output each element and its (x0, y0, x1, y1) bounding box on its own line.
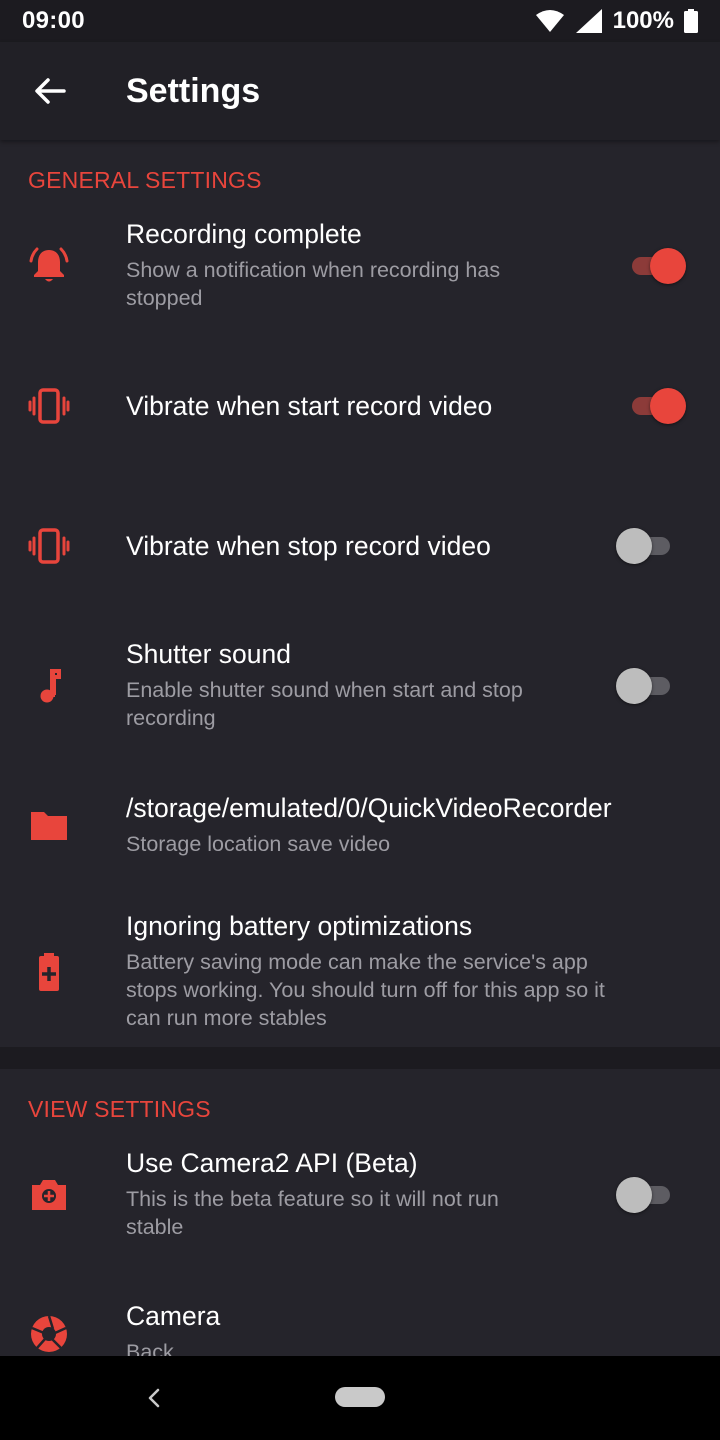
battery-icon (684, 9, 698, 33)
app-bar: Settings (0, 42, 720, 140)
recording-complete-title: Recording complete (126, 219, 362, 249)
camera2-api-switch[interactable] (616, 1175, 676, 1215)
status-bar: 09:00 100% (0, 0, 720, 42)
general-settings-header: GENERAL SETTINGS (28, 167, 262, 193)
music-note-icon (40, 669, 61, 703)
wifi-icon (535, 10, 564, 32)
camera2-api-title: Use Camera2 API (Beta) (126, 1148, 418, 1178)
vibrate-stop-title: Vibrate when stop record video (126, 531, 491, 561)
vibrate-start-switch[interactable] (626, 386, 686, 426)
vibration-icon (28, 388, 70, 424)
switch-thumb (616, 668, 652, 704)
section-divider (0, 1047, 720, 1069)
summary-line: Show a notification when recording has (126, 258, 501, 282)
pref-recording-complete[interactable]: Recording complete Show a notification w… (0, 215, 720, 335)
storage-location-summary: Storage location save video (126, 832, 391, 856)
folder-icon (31, 812, 67, 840)
status-time: 09:00 (22, 7, 85, 34)
status-icons: 100% (535, 7, 698, 35)
shutter-sound-title: Shutter sound (126, 639, 292, 669)
pref-camera2-api[interactable]: Use Camera2 API (Beta) This is the beta … (0, 1145, 720, 1255)
summary-line: recording (126, 706, 216, 730)
pref-storage-location[interactable]: /storage/emulated/0/QuickVideoRecorder S… (0, 790, 720, 870)
pref-vibrate-stop[interactable]: Vibrate when stop record video (0, 510, 720, 582)
summary-line: stopped (126, 286, 203, 310)
pref-shutter-sound[interactable]: Shutter sound Enable shutter sound when … (0, 636, 720, 746)
pref-vibrate-start[interactable]: Vibrate when start record video (0, 370, 720, 442)
camera2-api-summary: This is the beta feature so it will not … (126, 1185, 499, 1241)
camera-shutter-icon (31, 1315, 67, 1352)
vibration-icon (28, 528, 70, 564)
summary-line: stops working. You should turn off for t… (126, 978, 605, 1002)
summary-line: This is the beta feature so it will not … (126, 1187, 499, 1211)
shutter-sound-switch[interactable] (616, 666, 676, 706)
nav-back-icon[interactable] (142, 1384, 166, 1412)
battery-percent: 100% (612, 7, 674, 34)
camera-summary: Back (126, 1340, 174, 1356)
page-title: Settings (126, 72, 261, 110)
camera-switch-icon (32, 1180, 66, 1210)
battery-optimizations-summary: Battery saving mode can make the service… (126, 948, 605, 1032)
summary-line: Battery saving mode can make the service… (126, 950, 588, 974)
storage-location-title: /storage/emulated/0/QuickVideoRecorder (126, 793, 612, 823)
switch-thumb (616, 1177, 652, 1213)
summary-line: stable (126, 1215, 184, 1239)
notification-alarm-icon (29, 247, 69, 282)
camera-title: Camera (126, 1301, 221, 1331)
vibrate-start-title: Vibrate when start record video (126, 391, 493, 421)
recording-complete-switch[interactable] (626, 246, 686, 286)
back-arrow-icon[interactable] (28, 69, 72, 113)
switch-thumb (650, 388, 686, 424)
summary-line: Enable shutter sound when start and stop (126, 678, 523, 702)
pref-camera[interactable]: Camera Back (0, 1298, 720, 1356)
battery-optimizations-title: Ignoring battery optimizations (126, 911, 473, 941)
recording-complete-summary: Show a notification when recording has s… (126, 256, 500, 312)
view-settings-header: VIEW SETTINGS (28, 1096, 211, 1122)
switch-thumb (650, 248, 686, 284)
summary-line: can run more stables (126, 1006, 327, 1030)
vibrate-stop-switch[interactable] (616, 526, 676, 566)
nav-home-pill[interactable] (335, 1387, 385, 1407)
switch-thumb (616, 528, 652, 564)
shutter-sound-summary: Enable shutter sound when start and stop… (126, 676, 523, 732)
cell-signal-icon (575, 9, 602, 33)
pref-battery-optimizations[interactable]: Ignoring battery optimizations Battery s… (0, 908, 720, 1038)
battery-plus-icon (39, 953, 59, 991)
